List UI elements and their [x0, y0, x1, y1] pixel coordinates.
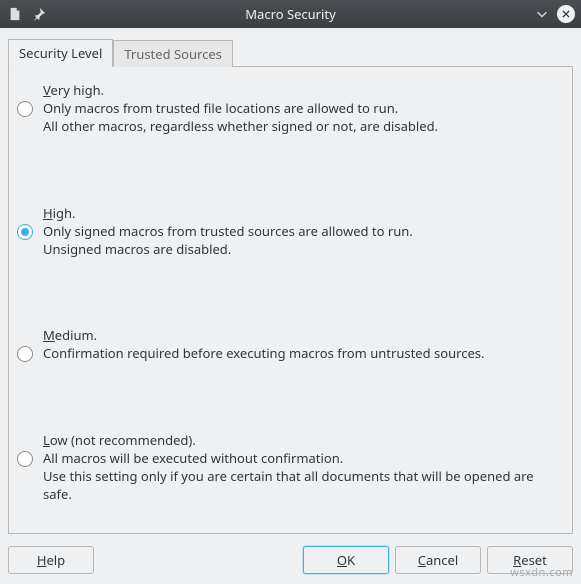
btn-post: eset	[521, 551, 547, 569]
btn-post: K	[347, 551, 355, 569]
pin-icon[interactable]	[30, 5, 48, 23]
radio-very-high[interactable]	[17, 101, 33, 117]
option-line3: Use this setting only if you are certain…	[43, 467, 564, 503]
option-text-low: Low (not recommended). All macros will b…	[43, 431, 564, 504]
option-very-high[interactable]: Very high. Only macros from trusted file…	[17, 81, 564, 136]
option-medium[interactable]: Medium. Confirmation required before exe…	[17, 326, 564, 362]
btn-accel: R	[513, 551, 521, 569]
option-line2: All macros will be executed without conf…	[43, 449, 564, 467]
title-accel: H	[43, 204, 53, 222]
radio-low[interactable]	[17, 451, 33, 467]
window-title: Macro Security	[54, 5, 527, 23]
option-text-very-high: Very high. Only macros from trusted file…	[43, 81, 438, 136]
help-button[interactable]: Help	[8, 546, 94, 574]
chevron-down-icon[interactable]	[533, 5, 551, 23]
option-text-high: High. Only signed macros from trusted so…	[43, 204, 413, 259]
btn-post: ancel	[426, 551, 458, 569]
option-line2: Confirmation required before executing m…	[43, 344, 485, 362]
close-icon[interactable]	[557, 5, 575, 23]
option-low[interactable]: Low (not recommended). All macros will b…	[17, 431, 564, 504]
tab-trusted-sources[interactable]: Trusted Sources	[113, 40, 233, 67]
btn-accel: C	[418, 551, 426, 569]
title-post: igh.	[53, 204, 76, 222]
option-line3: Unsigned macros are disabled.	[43, 240, 413, 258]
option-high[interactable]: High. Only signed macros from trusted so…	[17, 204, 564, 259]
title-accel: L	[43, 431, 50, 449]
tab-security-level[interactable]: Security Level	[8, 39, 113, 67]
tab-bar: Security Level Trusted Sources	[8, 38, 573, 67]
title-accel: V	[43, 81, 51, 99]
reset-button[interactable]: Reset	[487, 546, 573, 574]
option-text-medium: Medium. Confirmation required before exe…	[43, 326, 485, 362]
ok-button[interactable]: OK	[303, 546, 389, 574]
btn-accel: H	[37, 551, 47, 569]
new-document-icon[interactable]	[6, 5, 24, 23]
radio-high[interactable]	[17, 224, 33, 240]
button-row: Help OK Cancel Reset	[0, 538, 581, 584]
dialog-content: Security Level Trusted Sources Very high…	[0, 28, 581, 538]
option-line2: Only macros from trusted file locations …	[43, 99, 438, 117]
btn-accel: O	[337, 551, 347, 569]
tab-pane-security-level: Very high. Only macros from trusted file…	[8, 67, 573, 534]
btn-post: elp	[46, 551, 65, 569]
cancel-button[interactable]: Cancel	[395, 546, 481, 574]
option-line2: Only signed macros from trusted sources …	[43, 222, 413, 240]
title-post: ow (not recommended).	[50, 431, 196, 449]
title-accel: M	[43, 326, 55, 344]
title-post: edium.	[55, 326, 97, 344]
option-line3: All other macros, regardless whether sig…	[43, 117, 438, 135]
radio-medium[interactable]	[17, 346, 33, 362]
titlebar: Macro Security	[0, 0, 581, 28]
title-post: ery high.	[51, 81, 105, 99]
